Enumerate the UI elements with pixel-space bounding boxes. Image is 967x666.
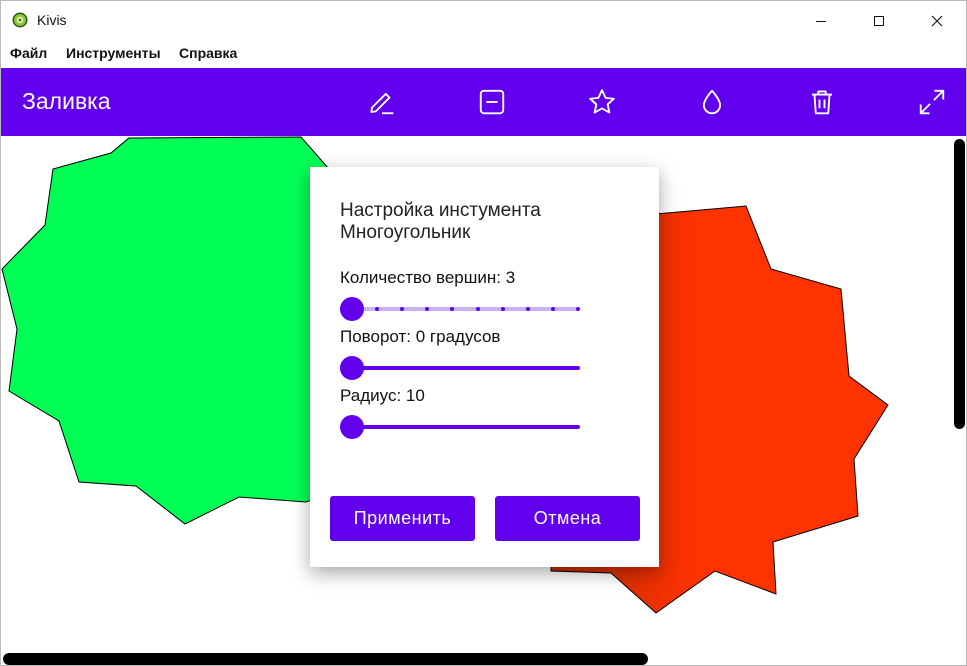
menu-file[interactable]: Файл xyxy=(10,45,47,61)
minimize-icon xyxy=(816,21,826,22)
app-bar: Заливка xyxy=(1,68,966,136)
minus-box-icon xyxy=(479,89,505,115)
rotation-label: Поворот: 0 градусов xyxy=(340,327,501,346)
vertices-slider-tick xyxy=(475,307,480,311)
rotation-slider-track xyxy=(352,366,580,370)
radius-slider-track xyxy=(352,425,580,429)
vertices-slider-thumb[interactable] xyxy=(340,297,364,321)
vertices-slider-tick xyxy=(525,307,530,311)
drop-icon xyxy=(702,89,722,115)
menu-tools[interactable]: Инструменты xyxy=(66,45,161,61)
vertices-label: Количество вершин: 3 xyxy=(340,268,516,287)
pencil-icon xyxy=(370,92,394,115)
menu-bar: Файл Инструменты Справка xyxy=(1,41,966,67)
fullscreen-button[interactable] xyxy=(915,85,949,119)
close-button[interactable] xyxy=(908,1,966,41)
polygon-tool-button[interactable] xyxy=(585,85,619,119)
trash-icon xyxy=(812,90,832,115)
maximize-button[interactable] xyxy=(850,1,908,41)
vertices-slider-tick xyxy=(576,307,580,311)
vertical-scrollbar[interactable] xyxy=(954,139,965,429)
rotation-slider[interactable] xyxy=(340,356,580,380)
minimize-button[interactable] xyxy=(792,1,850,41)
maximize-icon xyxy=(874,16,884,26)
horizontal-scrollbar[interactable] xyxy=(3,653,648,665)
close-icon xyxy=(931,15,943,27)
green-polygon xyxy=(1,136,332,525)
apply-button[interactable]: Применить xyxy=(330,496,475,541)
vertices-slider-tick xyxy=(550,307,555,311)
title-bar: Kivis xyxy=(1,1,966,41)
dialog-title: Настройка инстумента Многоугольник xyxy=(340,200,541,243)
menu-help[interactable]: Справка xyxy=(179,45,237,61)
cancel-button[interactable]: Отмена xyxy=(495,496,640,541)
rotation-slider-thumb[interactable] xyxy=(340,356,364,380)
fill-tool-button[interactable] xyxy=(695,85,729,119)
radius-label: Радиус: 10 xyxy=(340,386,425,405)
vertices-slider[interactable] xyxy=(340,297,580,321)
app-logo-icon xyxy=(12,12,28,28)
app-bar-title: Заливка xyxy=(22,88,111,114)
line-tool-button[interactable] xyxy=(475,85,509,119)
radius-slider[interactable] xyxy=(340,415,580,439)
expand-icon xyxy=(919,89,945,115)
polygon-settings-dialog: Настройка инстумента Многоугольник Колич… xyxy=(310,167,659,567)
star-icon xyxy=(589,89,615,114)
vertices-slider-track xyxy=(352,307,580,311)
app-window: Kivis Файл Инструменты Справка Заливка Н… xyxy=(0,0,967,666)
pencil-tool-button[interactable] xyxy=(365,85,399,119)
vertices-slider-tick xyxy=(500,307,505,311)
delete-button[interactable] xyxy=(805,85,839,119)
radius-slider-thumb[interactable] xyxy=(340,415,364,439)
window-title: Kivis xyxy=(37,12,67,28)
